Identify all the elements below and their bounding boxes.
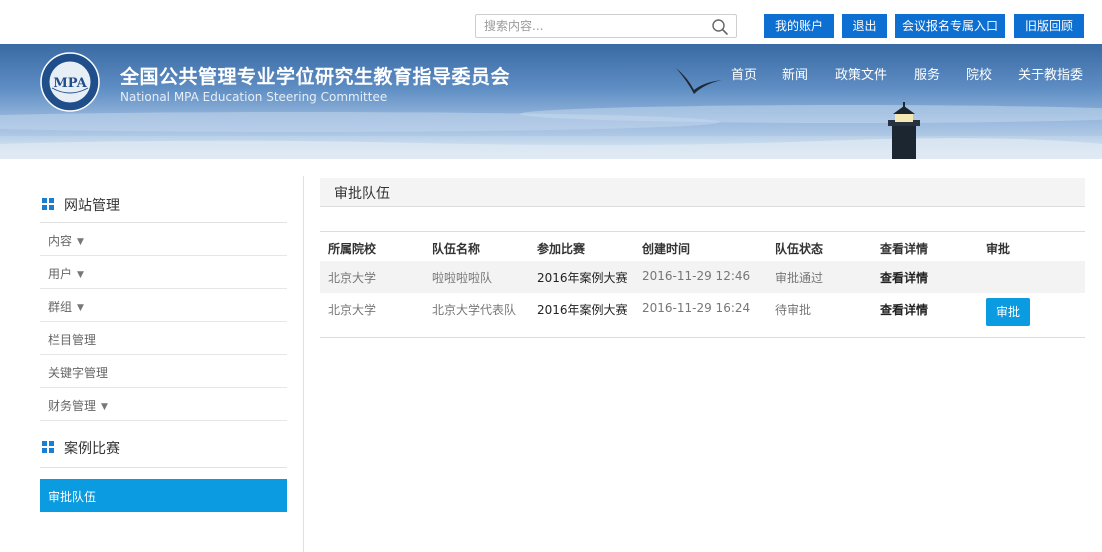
column-header-detail: 查看详情	[880, 242, 929, 256]
sidebar-item-label: 用户	[48, 267, 73, 281]
my-account-button[interactable]: 我的账户	[764, 14, 834, 38]
column-header-created: 创建时间	[642, 242, 691, 256]
conference-entry-button[interactable]: 会议报名专属入口	[895, 14, 1005, 38]
sidebar-item-finance[interactable]: 财务管理 ▼	[40, 388, 287, 421]
caret-down-icon: ▼	[101, 402, 108, 412]
cell-created: 2016-11-29 16:24	[642, 301, 751, 315]
search-input[interactable]	[484, 17, 704, 35]
table-header: 所属院校 队伍名称 参加比赛 创建时间 队伍状态 查看详情 审批	[320, 231, 1085, 261]
sidebar-item-label: 财务管理	[48, 399, 97, 413]
nav-item-about[interactable]: 关于教指委	[1018, 64, 1083, 83]
nav-item-service[interactable]: 服务	[914, 64, 940, 83]
nav-item-home[interactable]: 首页	[731, 64, 757, 83]
sidebar-section-title: 网站管理	[64, 198, 120, 214]
column-header-team: 队伍名称	[432, 242, 481, 256]
sidebar-item-label: 群组	[48, 300, 73, 314]
cell-team: 啦啦啦啦队	[432, 271, 493, 285]
search-box	[475, 14, 737, 38]
nav-item-schools[interactable]: 院校	[966, 64, 992, 83]
teams-table: 所属院校 队伍名称 参加比赛 创建时间 队伍状态 查看详情 审批 北京大学 啦啦…	[320, 231, 1085, 337]
sidebar-section-case-contest: 案例比赛	[40, 421, 287, 468]
sidebar-section-site-management: 网站管理	[40, 186, 287, 223]
old-version-button[interactable]: 旧版回顾	[1014, 14, 1084, 38]
view-detail-link[interactable]: 查看详情	[880, 301, 928, 318]
page-title: 审批队伍	[334, 186, 390, 202]
sidebar-item-columns[interactable]: 栏目管理	[40, 322, 287, 355]
caret-down-icon: ▼	[77, 303, 84, 313]
table-bottom-border	[320, 337, 1085, 338]
search-icon[interactable]	[711, 18, 729, 36]
sidebar-item-approve-teams[interactable]: 审批队伍	[40, 479, 287, 512]
column-header-contest: 参加比赛	[537, 242, 586, 256]
sidebar-item-label: 内容	[48, 234, 73, 248]
nav-item-policy[interactable]: 政策文件	[835, 64, 887, 83]
sidebar-item-keywords[interactable]: 关键字管理	[40, 355, 287, 388]
sidebar: 网站管理 内容 ▼ 用户 ▼ 群组 ▼ 栏目管理 关键字管理 财务管理 ▼ 案例比赛 审…	[40, 186, 287, 512]
column-header-status: 队伍状态	[775, 242, 824, 256]
cell-school: 北京大学	[328, 303, 377, 317]
cell-contest: 2016年案例大赛	[537, 303, 628, 317]
panel-header: 审批队伍	[320, 178, 1085, 207]
caret-down-icon: ▼	[77, 237, 84, 247]
cell-status: 审批通过	[775, 271, 824, 285]
nav-item-news[interactable]: 新闻	[782, 64, 808, 83]
table-row: 北京大学 北京大学代表队 2016年案例大赛 2016-11-29 16:24 …	[320, 293, 1085, 337]
view-detail-link[interactable]: 查看详情	[880, 269, 928, 286]
sidebar-item-label: 关键字管理	[48, 366, 109, 380]
column-header-school: 所属院校	[328, 242, 377, 256]
approve-button[interactable]: 审批	[986, 298, 1030, 326]
sidebar-item-content[interactable]: 内容 ▼	[40, 223, 287, 256]
table-row: 北京大学 啦啦啦啦队 2016年案例大赛 2016-11-29 12:46 审批…	[320, 261, 1085, 293]
logout-button[interactable]: 退出	[842, 14, 887, 38]
column-header-approve: 审批	[986, 242, 1011, 256]
sidebar-section-title: 案例比赛	[64, 441, 120, 457]
sidebar-item-label: 审批队伍	[48, 490, 97, 504]
main-nav: 首页 新闻 政策文件 服务 院校 关于教指委	[0, 64, 1102, 84]
sidebar-item-groups[interactable]: 群组 ▼	[40, 289, 287, 322]
cell-created: 2016-11-29 12:46	[642, 269, 751, 283]
cell-school: 北京大学	[328, 271, 377, 285]
sidebar-item-label: 栏目管理	[48, 333, 97, 347]
cell-contest: 2016年案例大赛	[537, 271, 628, 285]
header-banner: MPA 全国公共管理专业学位研究生教育指导委员会 National MPA Ed…	[0, 44, 1102, 159]
cell-team: 北京大学代表队	[432, 303, 517, 317]
sidebar-item-users[interactable]: 用户 ▼	[40, 256, 287, 289]
caret-down-icon: ▼	[77, 270, 84, 280]
cell-status: 待审批	[775, 303, 812, 317]
grid-icon	[42, 198, 54, 210]
top-bar: 我的账户 退出 会议报名专属入口 旧版回顾	[0, 0, 1102, 44]
site-subtitle: National MPA Education Steering Committe…	[120, 90, 388, 104]
sidebar-divider	[303, 176, 304, 552]
grid-icon	[42, 441, 54, 453]
